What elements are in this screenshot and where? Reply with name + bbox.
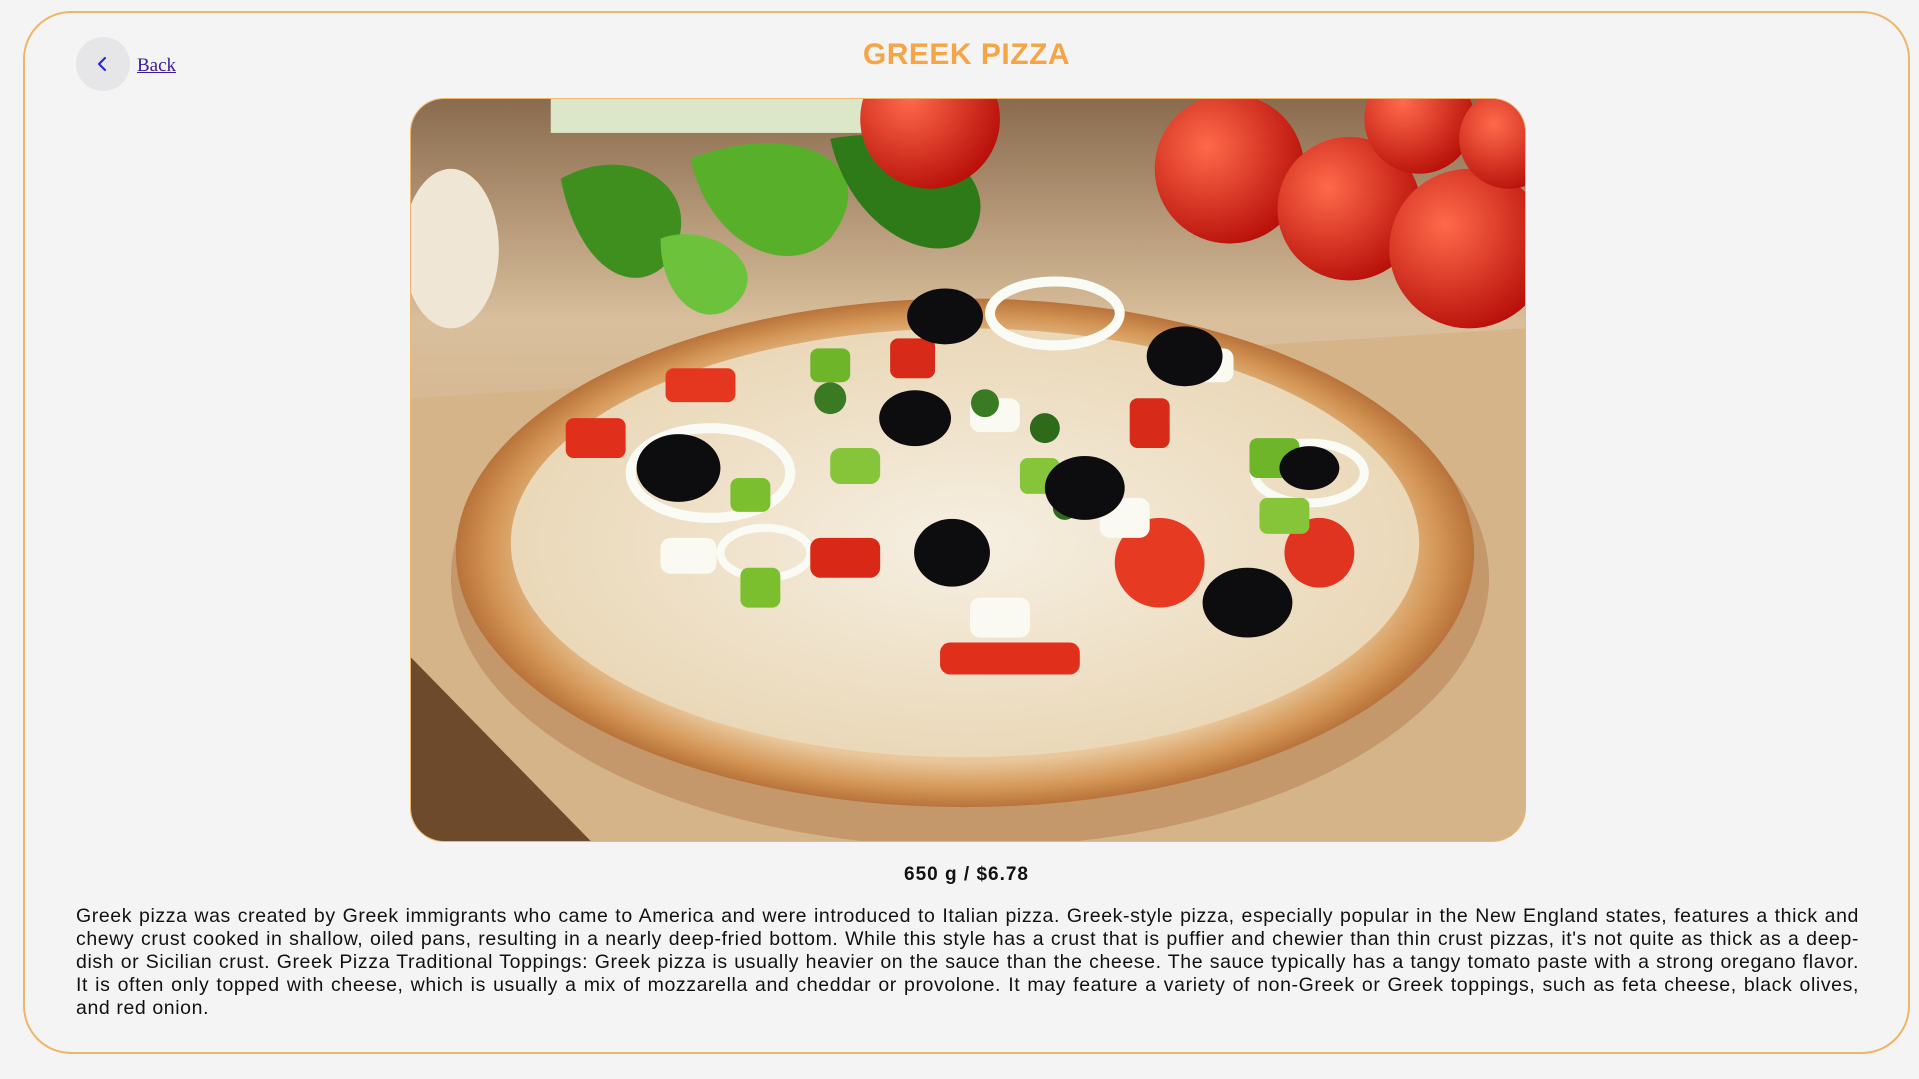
page-title: GREEK PIZZA (862, 38, 1071, 71)
price-weight: 650 g / $6.78 (904, 864, 1029, 885)
product-card: Back GREEK PIZZA 650 g / $6.78 Greek piz… (23, 11, 1910, 1054)
pizza-photo (411, 99, 1525, 841)
product-image (410, 98, 1526, 842)
product-description: Greek pizza was created by Greek immigra… (76, 905, 1859, 1019)
